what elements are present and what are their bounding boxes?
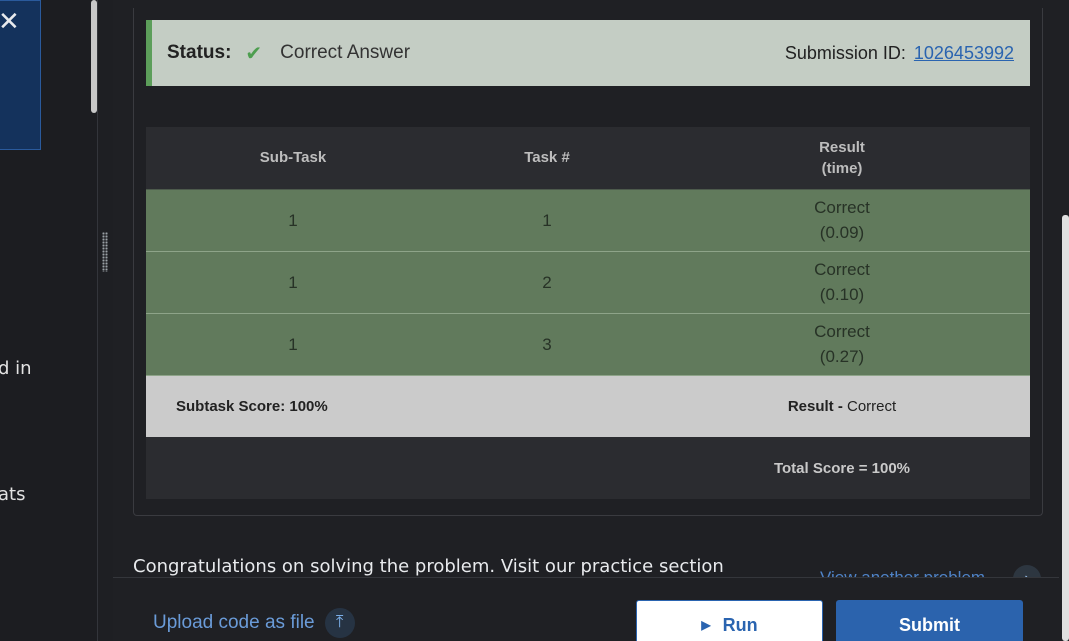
column-header-result: Result (time)	[654, 127, 1030, 190]
upload-icon: ⤒	[324, 608, 355, 638]
subtask-score-row: Subtask Score: 100% Result - Correct	[146, 375, 1030, 437]
subtask-result-value: Correct	[847, 397, 897, 415]
subtask-result-label: Result -	[787, 397, 843, 415]
cell-result-time: (0.27)	[819, 347, 865, 366]
table-row: 1 2 Correct (0.10)	[146, 251, 1030, 314]
cell-result: Correct (0.10)	[654, 251, 1030, 314]
column-header-subtask: Sub-Task	[146, 127, 440, 190]
problem-text-fragment: d in	[0, 358, 32, 379]
close-icon[interactable]: ✕	[0, 7, 20, 35]
cell-result-verdict: Correct	[814, 260, 870, 279]
check-icon: ✔	[245, 41, 263, 65]
app-root: ✕ d in ats Status: ✔ Correct Answer Subm…	[0, 0, 1069, 641]
pane-splitter[interactable]	[99, 0, 113, 641]
table-row: 1 3 Correct (0.27)	[146, 313, 1030, 376]
cell-subtask: 1	[146, 189, 440, 252]
cell-result-time: (0.09)	[819, 223, 865, 242]
status-label: Status:	[167, 42, 232, 63]
left-scrollbar[interactable]	[91, 0, 97, 113]
column-header-task: Task #	[440, 127, 654, 190]
column-header-result-line1: Result	[819, 138, 865, 156]
congrats-message: Congratulations on solving the problem. …	[133, 556, 724, 577]
problem-text-fragment: ats	[0, 484, 26, 505]
total-score: Total Score = 100%	[654, 437, 1030, 499]
cell-result-verdict: Correct	[814, 322, 870, 341]
status-bar: Status: ✔ Correct Answer Submission ID: …	[146, 20, 1030, 86]
upload-label: Upload code as file	[153, 612, 315, 633]
total-score-row: Total Score = 100%	[146, 437, 1030, 499]
cell-result: Correct (0.09)	[654, 189, 1030, 252]
results-table: Sub-Task Task # Result (time) 1 1 Correc…	[146, 127, 1030, 499]
status-value: Correct Answer	[280, 42, 411, 63]
submission-id-link[interactable]: 1026453992	[914, 43, 1014, 64]
cell-task: 2	[440, 251, 654, 314]
subtask-result: Result - Correct	[654, 375, 1030, 437]
subtask-score: Subtask Score: 100%	[146, 375, 654, 437]
right-scrollbar[interactable]	[1062, 215, 1069, 641]
cell-task: 1	[440, 189, 654, 252]
submit-label: Submit	[899, 614, 960, 635]
table-header-row: Sub-Task Task # Result (time)	[146, 127, 1030, 190]
cell-result: Correct (0.27)	[654, 313, 1030, 376]
cell-task: 3	[440, 313, 654, 376]
cell-subtask: 1	[146, 313, 440, 376]
result-pane: Status: ✔ Correct Answer Submission ID: …	[113, 0, 1069, 641]
cell-subtask: 1	[146, 251, 440, 314]
submission-label: Submission ID:	[784, 42, 906, 63]
cell-result-time: (0.10)	[819, 285, 865, 304]
run-label: Run	[722, 614, 758, 635]
total-score-spacer	[146, 437, 654, 499]
info-panel: ✕	[0, 0, 41, 150]
upload-code-button[interactable]: Upload code as file ⤒	[153, 608, 355, 638]
table-row: 1 1 Correct (0.09)	[146, 189, 1030, 252]
run-button[interactable]: ▶ Run	[636, 600, 823, 641]
column-header-result-line2: (time)	[821, 159, 863, 177]
submission-id: Submission ID: 1026453992	[785, 43, 1014, 64]
drag-handle-icon[interactable]	[102, 232, 108, 272]
cell-result-verdict: Correct	[814, 198, 870, 217]
submit-button[interactable]: Submit	[836, 600, 1023, 641]
action-bar: Upload code as file ⤒ ▶ Run Submit	[113, 577, 1059, 641]
problem-statement-pane: ✕ d in ats	[0, 0, 98, 641]
play-icon: ▶	[701, 618, 711, 632]
